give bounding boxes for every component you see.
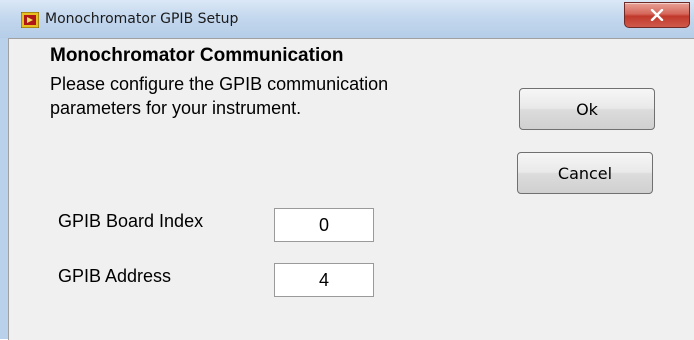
title-bar[interactable]: Monochromator GPIB Setup [0,0,694,38]
description-line-1: Please configure the GPIB communication [50,74,389,94]
close-icon [650,9,664,21]
cancel-button[interactable]: Cancel [517,152,653,194]
gpib-address-label: GPIB Address [58,266,172,286]
window-title: Monochromator GPIB Setup [45,11,239,27]
labview-app-icon [20,11,40,29]
dialog-description: Please configure the GPIB communication … [50,72,388,120]
ok-button[interactable]: Ok [519,88,655,130]
dialog-window: Monochromator GPIB Setup Monochromator C… [0,0,694,340]
close-button[interactable] [624,2,690,28]
board-index-input[interactable]: 0 [274,208,374,242]
gpib-address-input[interactable]: 4 [274,263,374,297]
board-index-label: GPIB Board Index [58,211,204,231]
description-line-2: parameters for your instrument. [50,98,302,118]
dialog-heading: Monochromator Communication [50,45,344,66]
